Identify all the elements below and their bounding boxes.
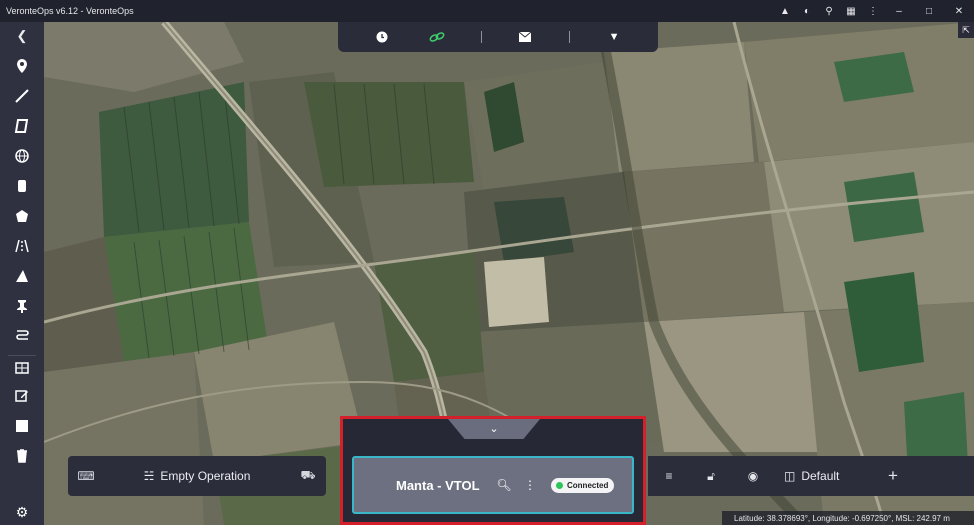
status-badge: Connected: [551, 477, 615, 493]
layers-icon: ◫: [784, 469, 796, 483]
maximize-icon[interactable]: □: [914, 0, 944, 22]
triangle-icon[interactable]: [0, 262, 44, 290]
window-title-bar: VeronteOps v6.12 - VeronteOps ▲ ◐ ⚲ ▦ ⋮ …: [0, 0, 974, 22]
status-label: Connected: [567, 480, 609, 490]
close-icon[interactable]: ✕: [944, 0, 974, 22]
keyboard-icon[interactable]: ⌨: [68, 456, 104, 496]
polygon-icon[interactable]: [0, 112, 44, 140]
vehicle-settings-icon[interactable]: ⛟: [290, 456, 326, 496]
operation-icon: ☵: [143, 469, 155, 483]
collapse-icon[interactable]: ❮: [0, 22, 44, 50]
vehicle-card[interactable]: Manta - VTOL 🔍︎ ⋮ Connected: [352, 456, 634, 514]
line-icon[interactable]: [0, 82, 44, 110]
link-icon[interactable]: [426, 26, 448, 48]
eye-icon[interactable]: ◉: [732, 456, 774, 496]
dropdown-icon[interactable]: ▼: [603, 26, 625, 48]
cylinder-icon[interactable]: [0, 172, 44, 200]
search-icon[interactable]: 🔍︎: [491, 478, 517, 492]
left-toolbar: ❮: [0, 22, 44, 525]
contrast-icon[interactable]: ◐: [796, 0, 818, 22]
coordinates-readout: Latitude: 38.378693°, Longitude: -0.6972…: [722, 511, 974, 525]
route-icon[interactable]: [0, 322, 44, 350]
lock-icon[interactable]: 🔓︎: [690, 456, 732, 496]
clock-icon[interactable]: [371, 26, 393, 48]
edit-icon[interactable]: [0, 382, 44, 410]
zoom-icon[interactable]: ⚲: [818, 0, 840, 22]
mail-icon[interactable]: [514, 26, 536, 48]
sort-icon[interactable]: ≡: [648, 456, 690, 496]
layer-label: Default: [801, 469, 840, 483]
pin-icon[interactable]: [0, 292, 44, 320]
minimize-icon[interactable]: –: [884, 0, 914, 22]
globe-icon[interactable]: [0, 142, 44, 170]
chevron-up-icon[interactable]: ▲: [774, 0, 796, 22]
more-options-icon[interactable]: ⋮: [517, 478, 543, 492]
top-status-bar: ▼: [338, 22, 658, 52]
runway-icon[interactable]: [0, 232, 44, 260]
puzzle-icon[interactable]: ▦: [840, 0, 862, 22]
operation-label: Empty Operation: [160, 469, 251, 483]
operation-button[interactable]: ☵ Empty Operation: [104, 469, 290, 483]
point-icon[interactable]: [0, 52, 44, 80]
topbar-separator: [569, 31, 571, 43]
topbar-separator: [480, 31, 482, 43]
layer-selector[interactable]: ◫ Default: [784, 469, 864, 483]
settings-icon[interactable]: ⚙: [0, 500, 44, 525]
status-dot-icon: [556, 481, 563, 489]
expand-corner-icon[interactable]: ⇱: [958, 22, 974, 38]
chevron-down-icon: ⌄: [489, 422, 499, 435]
add-icon[interactable]: +: [872, 456, 914, 496]
window-title: VeronteOps v6.12 - VeronteOps: [6, 6, 134, 16]
vehicle-name: Manta - VTOL: [396, 477, 480, 493]
map-controls-panel: ≡ 🔓︎ ◉ ◫ Default +: [648, 456, 974, 496]
grid-icon[interactable]: [0, 354, 44, 382]
operation-panel: ⌨ ☵ Empty Operation ⛟: [68, 456, 326, 496]
square-icon[interactable]: [0, 412, 44, 440]
pentagon-icon[interactable]: [0, 202, 44, 230]
trash-icon[interactable]: [0, 442, 44, 470]
more-vert-icon[interactable]: ⋮: [862, 0, 884, 22]
